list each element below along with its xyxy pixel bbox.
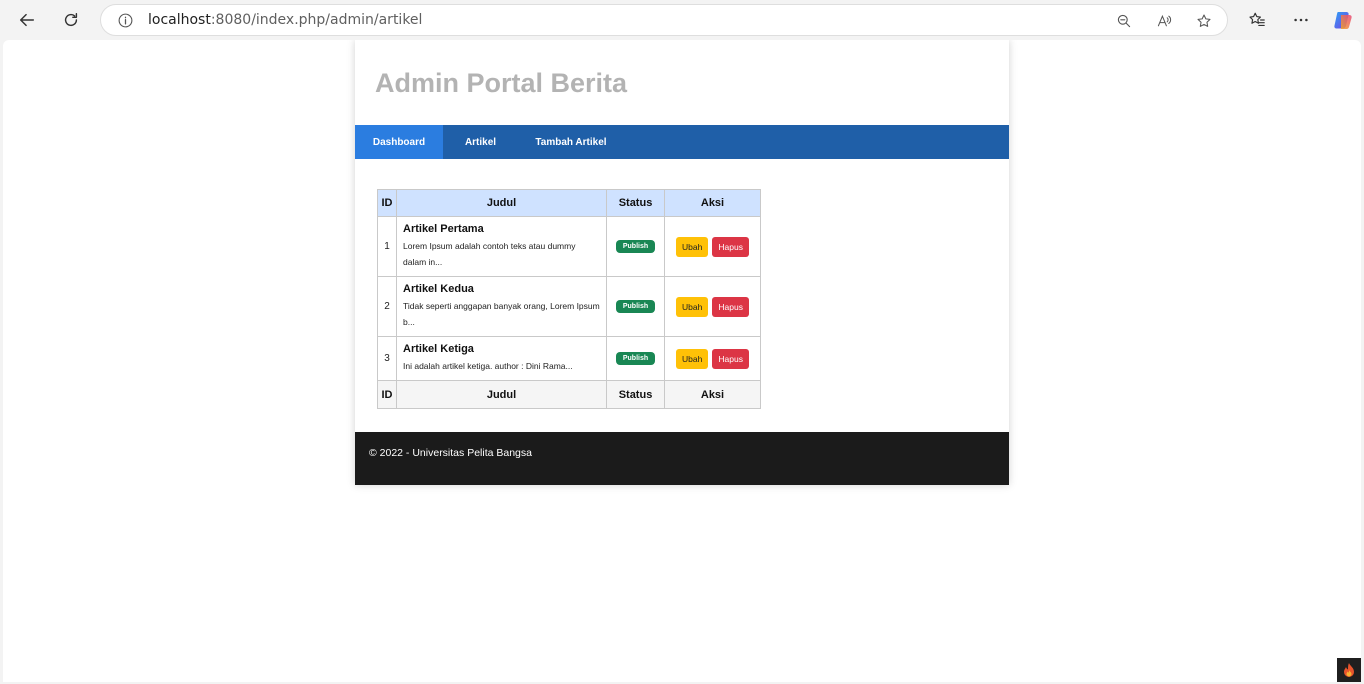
status-badge: Publish — [615, 352, 656, 365]
table-header-row: ID Judul Status Aksi — [377, 189, 761, 217]
refresh-button[interactable] — [57, 6, 85, 34]
favorite-button[interactable] — [1194, 11, 1214, 31]
debug-toolbar-toggle[interactable] — [1337, 658, 1361, 682]
cell-status: Publish — [606, 216, 665, 277]
favorites-list-icon — [1249, 12, 1265, 26]
cell-judul: Artikel Ketiga Ini adalah artikel ketiga… — [396, 336, 607, 381]
cell-judul: Artikel Kedua Tidak seperti anggapan ban… — [396, 276, 607, 337]
zoom-button[interactable] — [1114, 11, 1134, 31]
article-excerpt: Tidak seperti anggapan banyak orang, Lor… — [403, 301, 600, 327]
zoom-out-icon — [1117, 14, 1131, 28]
header-judul: Judul — [396, 189, 607, 217]
header-aksi: Aksi — [664, 189, 761, 217]
info-icon[interactable] — [117, 12, 134, 29]
arrow-left-icon — [19, 13, 35, 27]
page-footer: © 2022 - Universitas Pelita Bangsa — [355, 432, 1009, 485]
address-bar[interactable]: localhost:8080/index.php/admin/artikel — [100, 4, 1228, 36]
edit-button[interactable]: Ubah — [676, 296, 709, 317]
table-row: 1 Artikel Pertama Lorem Ipsum adalah con… — [377, 216, 761, 277]
cell-judul: Artikel Pertama Lorem Ipsum adalah conto… — [396, 216, 607, 277]
read-aloud-icon — [1157, 14, 1172, 27]
url-text[interactable]: localhost:8080/index.php/admin/artikel — [148, 12, 422, 28]
url-path: :8080/index.php/admin/artikel — [210, 12, 423, 28]
footer-text: © 2022 - Universitas Pelita Bangsa — [369, 447, 532, 459]
cell-status: Publish — [606, 336, 665, 381]
browser-chrome: localhost:8080/index.php/admin/artikel — [0, 0, 1364, 40]
main-navbar: Dashboard Artikel Tambah Artikel — [355, 125, 1009, 159]
article-excerpt: Lorem Ipsum adalah contoh teks atau dumm… — [403, 241, 576, 267]
footer-id: ID — [377, 380, 397, 409]
footer-judul: Judul — [396, 380, 607, 409]
article-table: ID Judul Status Aksi 1 Artikel Pertama L… — [377, 189, 761, 409]
table-row: 3 Artikel Ketiga Ini adalah artikel keti… — [377, 336, 761, 381]
url-host: localhost — [148, 12, 211, 28]
table-footer-row: ID Judul Status Aksi — [377, 380, 761, 409]
edit-button[interactable]: Ubah — [676, 236, 709, 257]
back-button[interactable] — [13, 6, 41, 34]
cell-id: 2 — [377, 276, 397, 337]
site-title: Admin Portal Berita — [375, 68, 628, 98]
header-status: Status — [606, 189, 665, 217]
nav-dashboard[interactable]: Dashboard — [355, 125, 443, 159]
article-title: Artikel Pertama — [403, 223, 484, 235]
copilot-icon[interactable] — [1332, 9, 1354, 31]
delete-button[interactable]: Hapus — [712, 348, 749, 369]
edit-button[interactable]: Ubah — [676, 348, 709, 369]
cell-id: 1 — [377, 216, 397, 277]
page-viewport: Admin Portal Berita Dashboard Artikel Ta… — [3, 40, 1361, 682]
article-excerpt: Ini adalah artikel ketiga. author : Dini… — [403, 361, 573, 371]
more-icon — [1294, 18, 1308, 22]
header-id: ID — [377, 189, 397, 217]
cell-aksi: Ubah Hapus — [664, 336, 761, 381]
delete-button[interactable]: Hapus — [712, 236, 749, 257]
menu-button[interactable] — [1287, 6, 1315, 34]
read-aloud-button[interactable] — [1154, 11, 1174, 31]
flame-icon — [1344, 663, 1354, 677]
nav-tambah-artikel[interactable]: Tambah Artikel — [518, 125, 624, 159]
status-badge: Publish — [615, 300, 656, 313]
cell-id: 3 — [377, 336, 397, 381]
table-row: 2 Artikel Kedua Tidak seperti anggapan b… — [377, 276, 761, 337]
cell-status: Publish — [606, 276, 665, 337]
footer-aksi: Aksi — [664, 380, 761, 409]
article-title: Artikel Ketiga — [403, 343, 474, 355]
favorites-button[interactable] — [1243, 6, 1271, 34]
page-container: Admin Portal Berita Dashboard Artikel Ta… — [355, 40, 1009, 485]
star-icon — [1197, 14, 1211, 27]
cell-aksi: Ubah Hapus — [664, 216, 761, 277]
article-title: Artikel Kedua — [403, 283, 474, 295]
nav-artikel[interactable]: Artikel — [443, 125, 518, 159]
refresh-icon — [64, 12, 78, 27]
delete-button[interactable]: Hapus — [712, 296, 749, 317]
cell-aksi: Ubah Hapus — [664, 276, 761, 337]
footer-status: Status — [606, 380, 665, 409]
status-badge: Publish — [615, 240, 656, 253]
